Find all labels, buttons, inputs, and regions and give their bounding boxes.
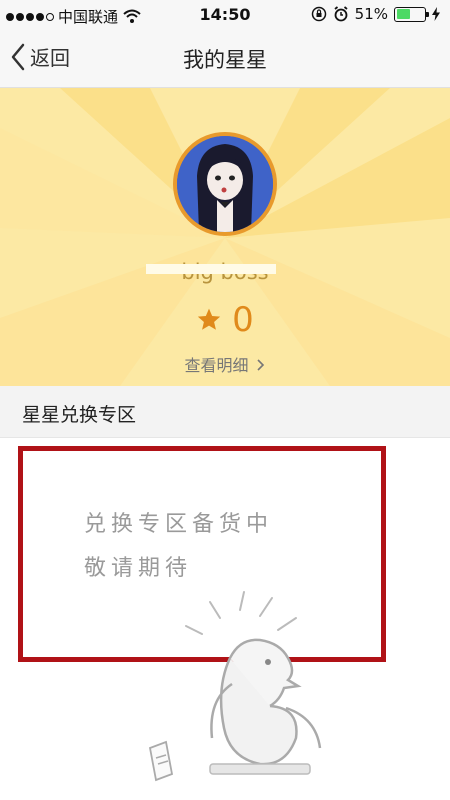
section-header: 星星兑换专区	[0, 386, 450, 438]
waiting-bird-illustration	[148, 591, 322, 782]
section-title: 星星兑换专区	[22, 404, 137, 426]
empty-message-line2: 敬请期待	[84, 556, 193, 581]
status-bar: 中国联通 14:50 51%	[0, 0, 450, 30]
avatar-illustration	[177, 136, 273, 232]
nav-bar: 返回 我的星星	[0, 30, 450, 88]
rotation-lock-icon	[311, 6, 326, 22]
chevron-right-icon	[256, 359, 264, 371]
exchange-area: 兑换专区备货中 敬请期待	[0, 438, 450, 800]
star-icon	[198, 308, 221, 330]
empty-message-line1: 兑换专区备货中	[84, 512, 274, 537]
battery-fill	[396, 9, 411, 19]
alarm-icon	[334, 6, 348, 22]
battery-icon	[394, 6, 429, 22]
view-details-label: 查看明细	[184, 356, 249, 375]
username-redaction	[146, 264, 276, 274]
battery-percent: 51%	[354, 5, 388, 23]
charging-icon	[432, 7, 440, 21]
view-details-link[interactable]: 查看明细	[0, 352, 450, 376]
profile-header: big boss 0 查看明细	[0, 88, 450, 386]
star-count: 0	[232, 300, 254, 340]
page-title: 我的星星	[183, 48, 267, 72]
status-right: 51%	[311, 5, 440, 23]
star-row: 0	[0, 300, 450, 340]
avatar[interactable]	[173, 132, 277, 236]
